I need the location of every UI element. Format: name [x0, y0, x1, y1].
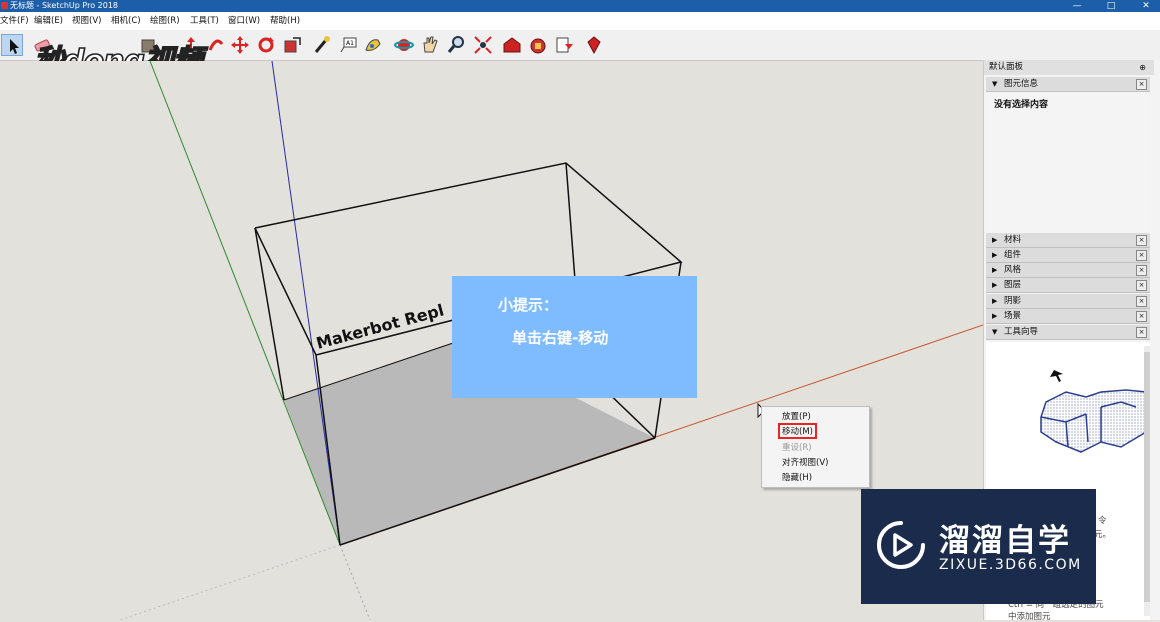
- sketchup-app-icon: [1, 2, 8, 9]
- context-item-place[interactable]: 放置(P): [782, 410, 811, 422]
- ruby-icon[interactable]: [583, 34, 605, 56]
- menu-view[interactable]: 视图(V): [72, 12, 101, 30]
- no-selection-text: 没有选择内容: [994, 100, 1049, 110]
- move-icon[interactable]: [229, 34, 251, 56]
- context-item-move[interactable]: 移动(M): [778, 423, 817, 439]
- expanded-arrow-icon: ▼: [992, 80, 998, 88]
- scale-icon[interactable]: [281, 34, 303, 56]
- close-icon[interactable]: ×: [1136, 296, 1147, 307]
- tray-pin-icon[interactable]: ⊕: [1139, 60, 1146, 75]
- zoom-extents-icon[interactable]: [472, 34, 494, 56]
- context-menu: 放置(P) 移动(M) 重设(R) 对齐视图(V) 隐藏(H): [761, 406, 870, 488]
- brand-name: 溜溜自学: [939, 523, 1071, 559]
- brand-watermark: 溜溜自学 ZIXUE.3D66.COM: [861, 489, 1096, 604]
- panel-components[interactable]: ▶ 组件 ×: [986, 248, 1150, 263]
- tray-title: 默认面板 ⊕: [984, 60, 1154, 75]
- menu-window[interactable]: 窗口(W): [228, 12, 260, 30]
- extension-warehouse-icon[interactable]: [527, 34, 549, 56]
- title-bar: 无标题 - SketchUp Pro 2018 — □ ✕: [0, 0, 1160, 12]
- context-item-hide[interactable]: 隐藏(H): [782, 471, 812, 483]
- instructor-text-1: 令: [1098, 516, 1107, 526]
- pan-icon[interactable]: [419, 34, 441, 56]
- panel-scenes[interactable]: ▶ 场景 ×: [986, 309, 1150, 324]
- menu-help[interactable]: 帮助(H): [270, 12, 300, 30]
- menu-camera[interactable]: 相机(C): [111, 12, 141, 30]
- collapsed-arrow-icon: ▶: [992, 281, 998, 289]
- paint-icon[interactable]: [362, 34, 384, 56]
- minimize-button[interactable]: —: [1061, 0, 1093, 12]
- panel-layers[interactable]: ▶ 图层 ×: [986, 278, 1150, 293]
- panel-instructor[interactable]: ▼ 工具向导 ×: [986, 325, 1150, 340]
- zoom-icon[interactable]: [445, 34, 467, 56]
- panel-label: 阴影: [1004, 296, 1022, 306]
- panel-label: 风格: [1004, 265, 1022, 275]
- scrollbar-thumb[interactable]: [1144, 352, 1150, 602]
- collapsed-arrow-icon: ▶: [992, 251, 998, 259]
- close-icon[interactable]: ×: [1136, 250, 1147, 261]
- close-icon[interactable]: ×: [1136, 265, 1147, 276]
- window-title: 无标题 - SketchUp Pro 2018: [10, 1, 118, 10]
- maximize-button[interactable]: □: [1095, 0, 1127, 12]
- svg-text:A1: A1: [346, 40, 354, 47]
- instructor-scrollbar[interactable]: [1144, 346, 1150, 616]
- panel-styles[interactable]: ▶ 风格 ×: [986, 263, 1150, 278]
- select-icon[interactable]: [1, 34, 23, 56]
- tip-body: 单击右键-移动: [512, 329, 609, 347]
- collapsed-arrow-icon: ▶: [992, 312, 998, 320]
- collapsed-arrow-icon: ▶: [992, 236, 998, 244]
- tip-box: 小提示： 单击右键-移动: [452, 276, 697, 398]
- menu-draw[interactable]: 绘图(R): [150, 12, 180, 30]
- close-icon[interactable]: ×: [1136, 327, 1147, 338]
- collapsed-arrow-icon: ▶: [992, 297, 998, 305]
- menu-bar: 文件(F) 编辑(E) 视图(V) 相机(C) 绘图(R) 工具(T) 窗口(W…: [0, 12, 1160, 31]
- panel-label: 工具向导: [1004, 327, 1039, 337]
- brand-url: ZIXUE.3D66.COM: [939, 557, 1082, 573]
- play-logo-icon: [877, 521, 925, 569]
- panel-label: 图层: [1004, 280, 1022, 290]
- close-icon[interactable]: ×: [1136, 235, 1147, 246]
- tip-title: 小提示：: [498, 296, 559, 314]
- close-icon[interactable]: ×: [1136, 311, 1147, 322]
- panel-materials[interactable]: ▶ 材料 ×: [986, 233, 1150, 248]
- panel-label: 图元信息: [1004, 79, 1039, 89]
- instructor-text-2: 元。: [1094, 530, 1112, 540]
- context-item-reset[interactable]: 重设(R): [782, 441, 812, 453]
- expanded-arrow-icon: ▼: [992, 328, 998, 336]
- panel-label: 场景: [1004, 311, 1022, 321]
- panel-label: 材料: [1004, 235, 1022, 245]
- menu-file[interactable]: 文件(F): [0, 12, 29, 30]
- text-icon[interactable]: A1: [338, 34, 360, 56]
- context-item-align-view[interactable]: 对齐视图(V): [782, 456, 828, 468]
- tape-measure-icon[interactable]: [311, 34, 333, 56]
- collapsed-arrow-icon: ▶: [992, 266, 998, 274]
- send-to-layout-icon[interactable]: [553, 34, 575, 56]
- close-icon[interactable]: ×: [1136, 79, 1147, 90]
- close-button[interactable]: ✕: [1130, 0, 1160, 12]
- follow-me-icon[interactable]: [205, 34, 227, 56]
- tray-title-label: 默认面板: [989, 62, 1024, 72]
- instructor-illustration: [1040, 370, 1146, 453]
- close-icon[interactable]: ×: [1136, 280, 1147, 291]
- rotate-icon[interactable]: [255, 34, 277, 56]
- red-axis-dotted: [119, 544, 341, 620]
- menu-tools[interactable]: 工具(T): [190, 12, 219, 30]
- orbit-icon[interactable]: [393, 34, 415, 56]
- panel-shadows[interactable]: ▶ 阴影 ×: [986, 294, 1150, 309]
- warehouse-icon[interactable]: [501, 34, 523, 56]
- green-axis-dotted: [339, 544, 371, 620]
- blue-axis: [271, 61, 341, 546]
- green-axis: [149, 61, 341, 546]
- entity-info-body: 没有选择内容: [986, 93, 1150, 233]
- drawing-viewport[interactable]: Makerbot Repl 小提示： 单击右键-移动 放置(P) 移动(M) 重…: [0, 61, 983, 620]
- panel-entity-info[interactable]: ▼ 图元信息 ×: [986, 77, 1150, 92]
- menu-edit[interactable]: 编辑(E): [34, 12, 63, 30]
- instructor-text-4: 中添加图元: [1008, 612, 1051, 622]
- panel-label: 组件: [1004, 250, 1022, 260]
